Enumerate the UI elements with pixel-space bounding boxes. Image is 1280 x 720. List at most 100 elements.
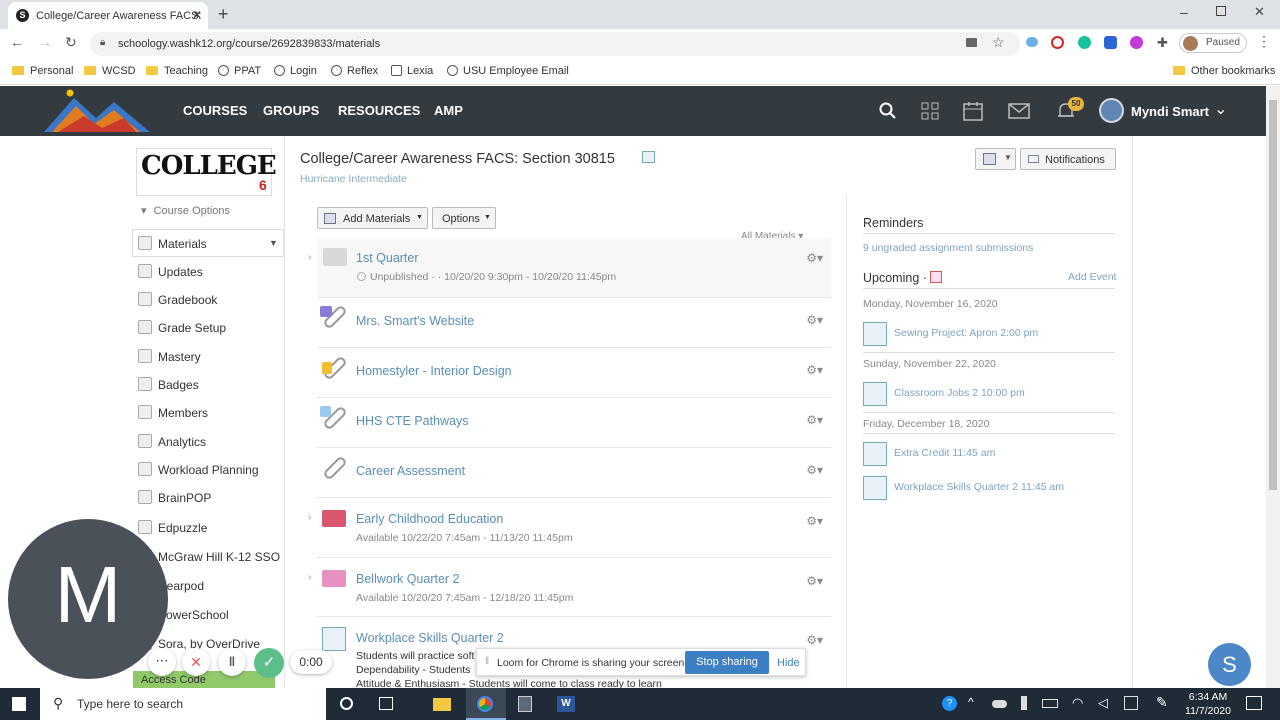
close-window-button[interactable]: ✕ [1254, 4, 1265, 20]
word-icon[interactable]: W [557, 696, 575, 712]
file-explorer-icon[interactable] [433, 698, 451, 711]
options-button[interactable]: Options ▼ [432, 207, 496, 229]
tab-close-icon[interactable]: ✕ [192, 8, 202, 22]
gear-icon[interactable]: ⚙▾ [806, 313, 823, 327]
gear-icon[interactable]: ⚙▾ [806, 363, 823, 377]
list-item[interactable]: Mrs. Smart's Website ⚙▾ [317, 298, 831, 348]
course-info-icon[interactable] [642, 151, 655, 163]
extensions-puzzle-icon[interactable]: ✚ [1157, 35, 1168, 51]
gear-icon[interactable]: ⚙▾ [806, 251, 823, 265]
pen-icon[interactable]: ✎ [1156, 694, 1168, 711]
tray-chevron-icon[interactable]: ^ [968, 695, 974, 709]
chevron-right-icon[interactable]: › [308, 252, 311, 263]
sidebar-item-analytics[interactable]: Analytics [133, 427, 283, 455]
usb-icon[interactable] [1021, 696, 1027, 710]
material-title[interactable]: Career Assessment [356, 464, 465, 478]
nav-courses[interactable]: COURSES [183, 103, 247, 118]
extension-block-icon[interactable] [1051, 36, 1064, 49]
material-title[interactable]: 1st Quarter [356, 251, 419, 265]
bookmark-personal[interactable]: Personal [12, 65, 73, 77]
bookmark-usu-email[interactable]: USU Employee Email [447, 65, 569, 77]
extension-grammarly-icon[interactable] [1078, 36, 1091, 49]
maximize-button[interactable] [1216, 6, 1226, 16]
add-materials-button[interactable]: Add Materials ▼ [317, 207, 428, 229]
upcoming-item[interactable]: Sewing Project: Apron 2:00 pm [863, 318, 1115, 348]
notifications-button[interactable]: Notifications [1020, 148, 1116, 170]
chevron-right-icon[interactable]: › [308, 512, 311, 523]
cortana-icon[interactable] [340, 697, 353, 710]
wifi-icon[interactable]: ◠ [1072, 695, 1083, 711]
battery-icon[interactable] [1042, 699, 1058, 708]
bookmark-lexia[interactable]: Lexia [391, 65, 433, 77]
sidebar-item-grade-setup[interactable]: Grade Setup [133, 313, 283, 341]
upcoming-item[interactable]: Classroom Jobs 2 10:00 pm [863, 378, 1115, 408]
profile-chip[interactable]: Paused [1179, 33, 1247, 53]
url-field[interactable]: 🔒︎ schoology.washk12.org/course/26928398… [90, 32, 1020, 56]
extension-cloud-icon[interactable] [1026, 37, 1038, 47]
chrome-icon[interactable] [477, 696, 493, 712]
material-title[interactable]: Mrs. Smart's Website [356, 314, 474, 328]
gear-icon[interactable]: ⚙▾ [806, 514, 823, 528]
list-item[interactable]: HHS CTE Pathways ⚙▾ [317, 398, 831, 448]
task-view-icon[interactable] [379, 697, 393, 710]
loom-finish-button[interactable]: ✓ [254, 648, 284, 678]
school-name[interactable]: Hurricane Intermediate [300, 173, 407, 185]
forward-icon[interactable]: → [38, 34, 52, 50]
gear-icon[interactable]: ⚙▾ [806, 413, 823, 427]
sidebar-item-workload-planning[interactable]: Workload Planning [133, 455, 283, 483]
list-item[interactable]: Career Assessment ⚙▾ [317, 448, 831, 498]
gear-icon[interactable]: ⚙▾ [806, 633, 823, 647]
view-toggle-button[interactable]: ▼ [975, 148, 1016, 170]
nav-resources[interactable]: RESOURCES [338, 103, 420, 118]
calendar-icon[interactable] [963, 101, 983, 121]
loom-more-button[interactable]: ⋯ [148, 648, 176, 676]
loom-cancel-button[interactable]: ✕ [182, 648, 210, 676]
taskbar-search-input[interactable]: ⚲ Type here to search [40, 688, 326, 720]
gear-icon[interactable]: ⚙▾ [806, 574, 823, 588]
extension-shield-icon[interactable] [1104, 36, 1117, 49]
sidebar-item-brainpop[interactable]: BrainPOP [133, 483, 283, 511]
apps-grid-icon[interactable] [921, 102, 939, 120]
loom-pause-button[interactable]: ǁ [218, 648, 246, 676]
windows-start-icon[interactable] [12, 697, 26, 711]
sidebar-item-gradebook[interactable]: Gradebook [133, 285, 283, 313]
browser-tab[interactable]: S College/Career Awareness FACS: ✕ [8, 2, 208, 29]
chevron-down-icon[interactable]: ⌄ [1214, 99, 1227, 119]
search-icon[interactable] [879, 102, 897, 120]
material-title[interactable]: Early Childhood Education [356, 512, 503, 526]
sidebar-item-members[interactable]: Members [133, 398, 283, 426]
user-name[interactable]: Myndi Smart [1131, 104, 1209, 119]
material-title[interactable]: HHS CTE Pathways [356, 414, 469, 428]
sidebar-dropdown-icon[interactable]: ▼ [269, 238, 278, 248]
ungraded-link[interactable]: 9 ungraded assignment submissions [863, 242, 1033, 254]
bookmark-teaching[interactable]: Teaching [146, 65, 208, 77]
bookmark-wcsd[interactable]: WCSD [84, 65, 136, 77]
hide-button[interactable]: Hide [777, 657, 800, 669]
sidebar-item-updates[interactable]: Updates [133, 257, 283, 285]
district-logo[interactable] [44, 88, 150, 134]
minimize-button[interactable]: – [1180, 4, 1188, 20]
browser-menu-icon[interactable]: ⋮ [1257, 33, 1271, 50]
page-scrollbar[interactable] [1266, 86, 1280, 688]
calendar-icon[interactable] [930, 271, 942, 283]
material-title[interactable]: Bellwork Quarter 2 [356, 572, 460, 586]
clock-date[interactable]: 11/7/2020 [1183, 705, 1233, 717]
add-event-link[interactable]: Add Event [1068, 271, 1116, 283]
bookmark-reflex[interactable]: Reflex [331, 65, 378, 77]
bookmark-other[interactable]: Other bookmarks [1173, 65, 1275, 77]
new-tab-button[interactable]: + [218, 4, 229, 25]
sidebar-item-mastery[interactable]: Mastery [133, 342, 283, 370]
gear-icon[interactable]: ⚙▾ [806, 463, 823, 477]
star-icon[interactable]: ☆ [992, 34, 1005, 51]
drag-handle-icon[interactable]: ǁ [485, 656, 489, 667]
loom-camera-bubble[interactable]: M [8, 519, 168, 679]
upcoming-item[interactable]: Workplace Skills Quarter 2 11:45 am [863, 472, 1115, 502]
list-item[interactable]: › Bellwork Quarter 2 Available 10/20/20 … [308, 558, 831, 617]
reload-icon[interactable]: ↻ [65, 34, 77, 51]
camera-icon[interactable] [966, 38, 977, 47]
avatar[interactable] [1099, 98, 1124, 123]
volume-icon[interactable]: ◁ [1098, 695, 1108, 711]
nav-amp[interactable]: AMP [434, 103, 463, 118]
list-item[interactable]: Homestyler - Interior Design ⚙▾ [317, 348, 831, 398]
sidebar-item-edpuzzle[interactable]: Edpuzzle [133, 513, 283, 541]
